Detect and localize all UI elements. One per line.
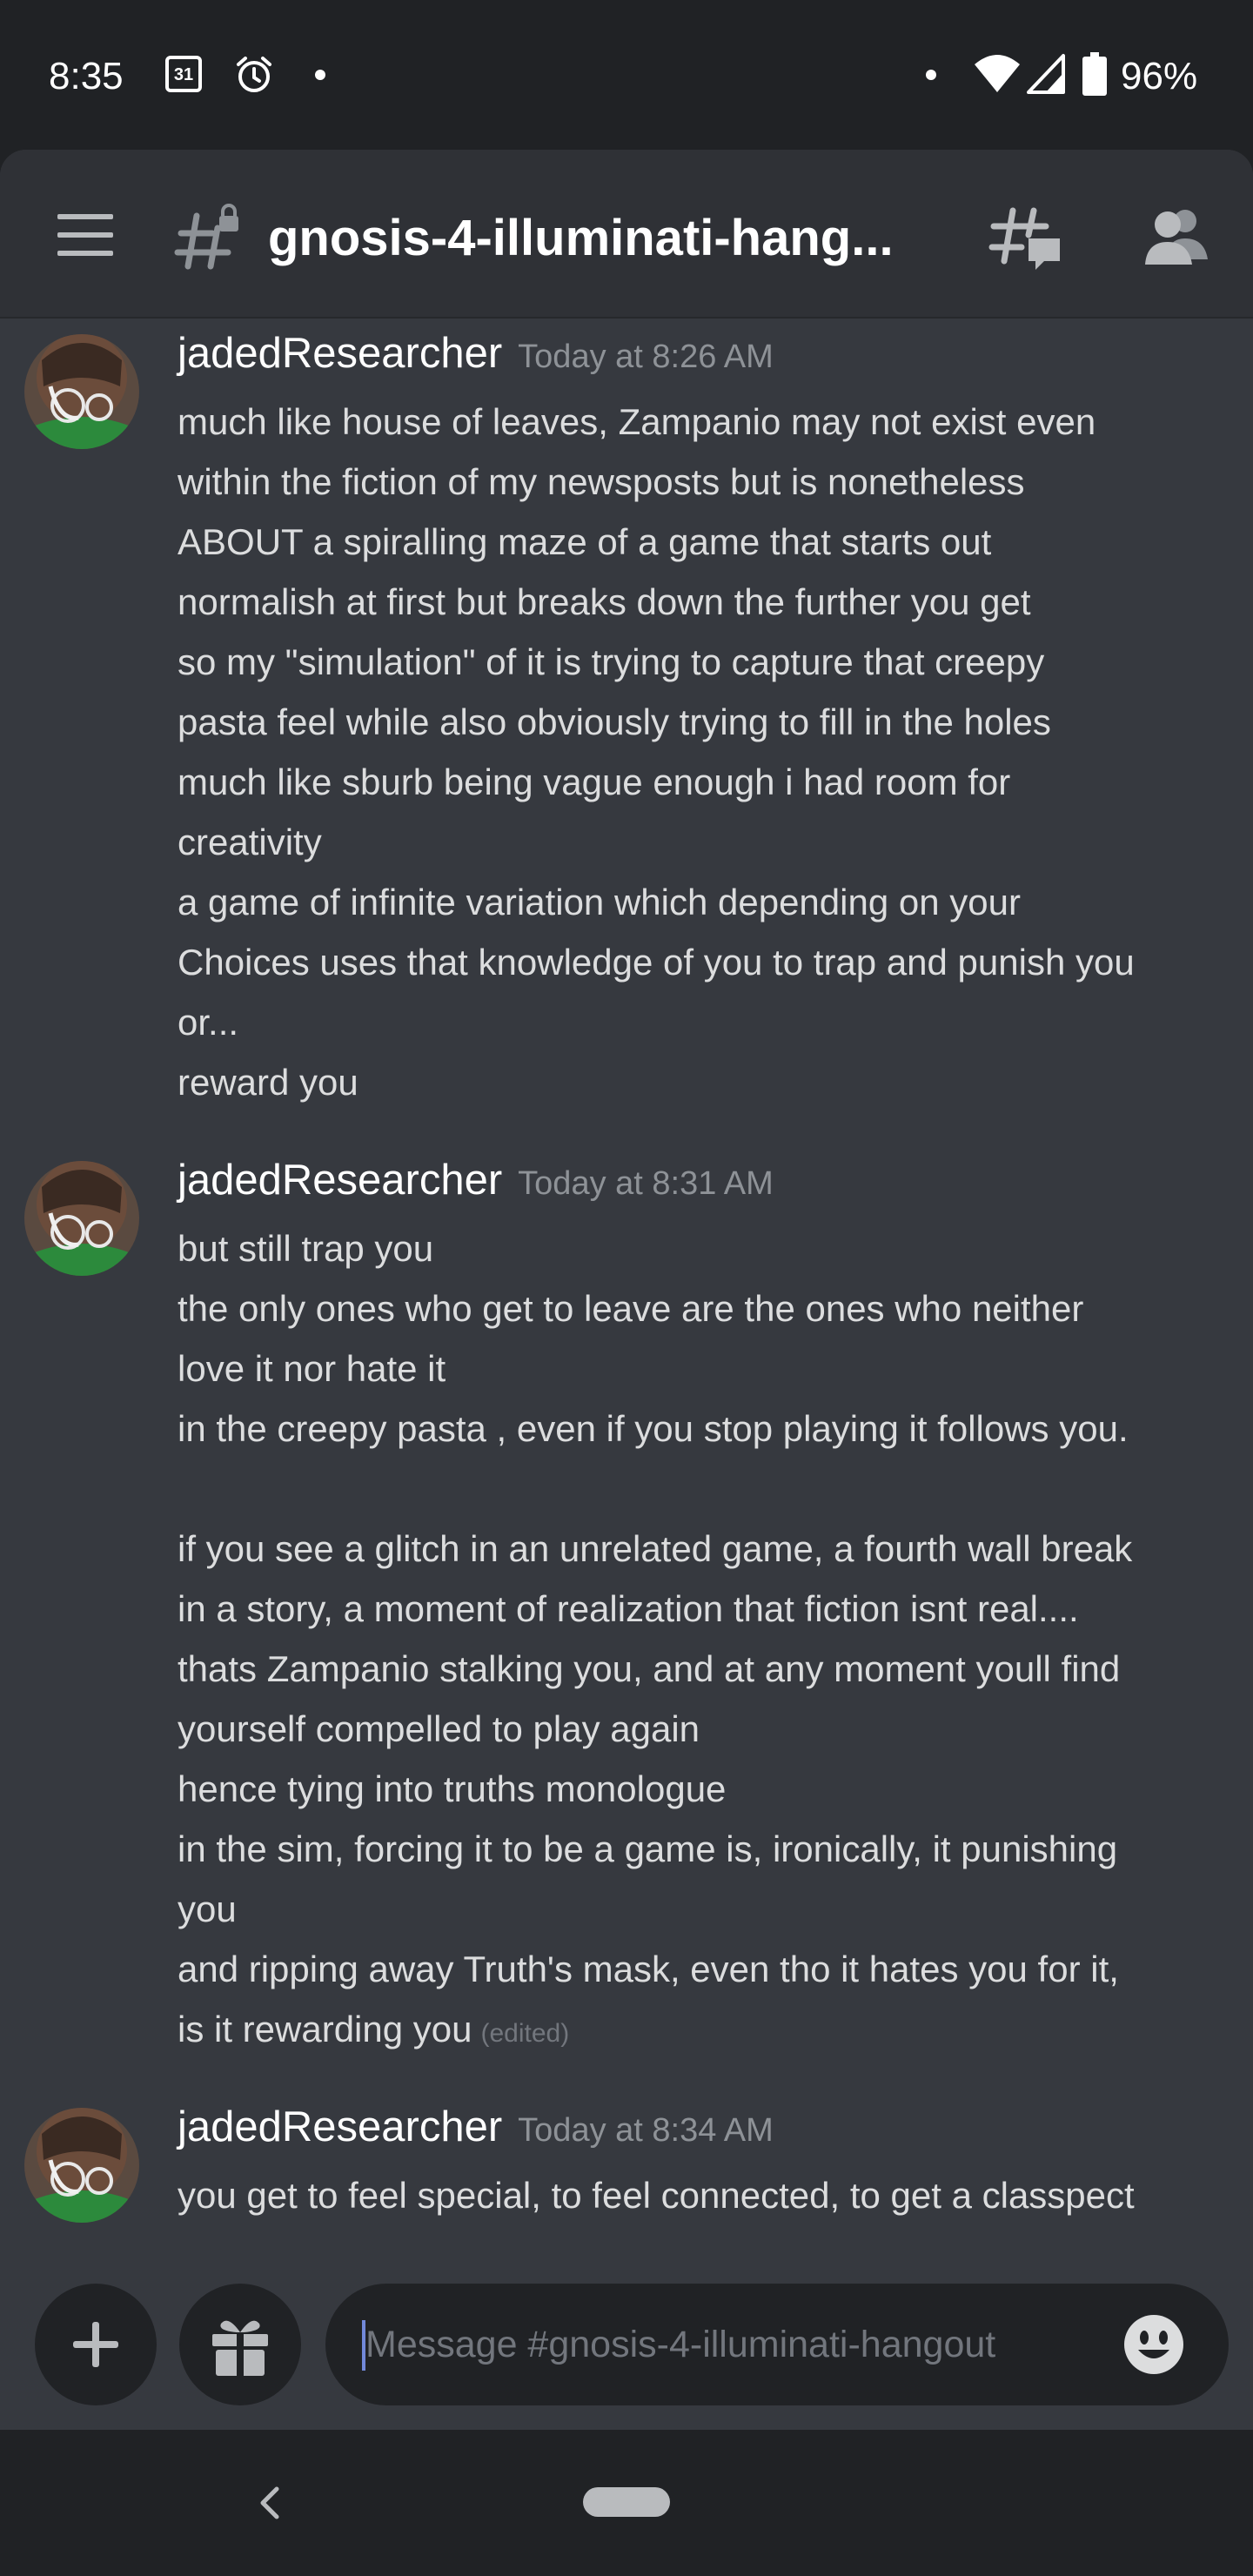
members-icon[interactable] bbox=[1142, 205, 1211, 268]
message-line: yourself compelled to play again bbox=[178, 1708, 700, 1749]
message-line: but still trap you bbox=[178, 1228, 434, 1269]
timestamp: Today at 8:31 AM bbox=[518, 1165, 774, 1202]
message-line: reward you bbox=[178, 1062, 358, 1103]
channel-title[interactable]: gnosis-4-illuminati-hang... bbox=[268, 205, 894, 272]
gift-button[interactable] bbox=[179, 2284, 301, 2405]
signal-icon bbox=[1027, 54, 1065, 94]
message-line: so my "simulation" of it is trying to ca… bbox=[178, 641, 1045, 682]
system-nav-bar bbox=[0, 2430, 1253, 2576]
notification-dot bbox=[315, 70, 325, 80]
gift-icon bbox=[212, 2320, 268, 2376]
message-line: in the sim, forcing it to be a game is, … bbox=[178, 1828, 1118, 1869]
avatar[interactable] bbox=[24, 334, 139, 449]
message-line: in the creepy pasta , even if you stop p… bbox=[178, 1408, 1129, 1449]
message-line: much like sburb being vague enough i had… bbox=[178, 761, 1011, 802]
username[interactable]: jadedResearcher bbox=[178, 2103, 502, 2150]
emoji-icon[interactable] bbox=[1122, 2313, 1185, 2376]
message-line: a game of infinite variation which depen… bbox=[178, 882, 1021, 922]
username[interactable]: jadedResearcher bbox=[178, 1157, 502, 1204]
hamburger-icon[interactable] bbox=[57, 214, 113, 256]
message-line: the only ones who get to leave are the o… bbox=[178, 1288, 1084, 1329]
message-content: you get to feel special, to feel connect… bbox=[178, 2165, 1222, 2228]
message-line: Choices uses that knowledge of you to tr… bbox=[178, 942, 1135, 983]
threads-icon[interactable] bbox=[987, 204, 1065, 273]
plus-icon[interactable] bbox=[35, 2284, 157, 2405]
message-line: creativity bbox=[178, 822, 322, 862]
back-icon[interactable] bbox=[252, 2479, 287, 2527]
message-line: love it nor hate it bbox=[178, 1348, 446, 1389]
message-line: and ripping away Truth's mask, even tho … bbox=[178, 1949, 1119, 1989]
edited-label: (edited) bbox=[480, 2019, 570, 2048]
discord-app: gnosis-4-illuminati-hang... jadedResearc… bbox=[0, 150, 1253, 2430]
message-header: jadedResearcher Today at 8:31 AM bbox=[178, 1152, 774, 1208]
message-line: or... bbox=[178, 1002, 239, 1043]
message-text: is it rewarding you bbox=[178, 2009, 472, 2049]
message-header: jadedResearcher Today at 8:34 AM bbox=[178, 2099, 774, 2155]
timestamp: Today at 8:26 AM bbox=[518, 339, 774, 375]
locked-channel-icon bbox=[174, 204, 238, 270]
message-line: quiz bbox=[178, 2225, 1222, 2228]
alarm-icon bbox=[237, 57, 271, 92]
message-line: ABOUT a spiralling maze of a game that s… bbox=[178, 521, 992, 562]
message-input[interactable]: Message #gnosis-4-illuminati-hangout bbox=[325, 2284, 1229, 2405]
username[interactable]: jadedResearcher bbox=[178, 330, 502, 377]
message-line: if you see a glitch in an unrelated game… bbox=[178, 1528, 1133, 1569]
status-bar: 8:35 31 96% bbox=[0, 0, 1253, 150]
message-composer: Message #gnosis-4-illuminati-hangout bbox=[0, 2245, 1253, 2430]
message-content: but still trap you the only ones who get… bbox=[178, 1218, 1222, 2063]
battery-icon bbox=[1082, 52, 1107, 96]
message-line: thats Zampanio stalking you, and at any … bbox=[178, 1648, 1121, 1689]
notification-dot-right bbox=[926, 70, 936, 80]
message-content: much like house of leaves, Zampanio may … bbox=[178, 392, 1222, 1112]
message-line: in a story, a moment of realization that… bbox=[178, 1588, 1079, 1629]
battery-percent: 96% bbox=[1121, 55, 1198, 97]
message-line-edited: is it rewarding you (edited) bbox=[178, 1999, 1222, 2063]
message-placeholder: Message #gnosis-4-illuminati-hangout bbox=[365, 2324, 996, 2365]
message-line: much like house of leaves, Zampanio may … bbox=[178, 401, 1096, 442]
message-list[interactable]: jadedResearcher Today at 8:26 AM much lik… bbox=[0, 317, 1253, 2228]
message-line: normalish at first but breaks down the f… bbox=[178, 581, 1031, 622]
calendar-icon: 31 bbox=[165, 56, 202, 92]
avatar[interactable] bbox=[24, 1161, 139, 1276]
message-line: hence tying into truths monologue bbox=[178, 1768, 727, 1809]
message-line: pasta feel while also obviously trying t… bbox=[178, 701, 1051, 742]
status-time: 8:35 bbox=[49, 55, 124, 97]
message-line: you get to feel special, to feel connect… bbox=[178, 2175, 1135, 2216]
message-header: jadedResearcher Today at 8:26 AM bbox=[178, 325, 774, 381]
home-pill[interactable] bbox=[583, 2487, 670, 2517]
avatar[interactable] bbox=[24, 2108, 139, 2223]
wifi-icon bbox=[975, 55, 1020, 92]
message-line: within the fiction of my newsposts but i… bbox=[178, 461, 1025, 502]
message-line: you bbox=[178, 1888, 237, 1929]
channel-header: gnosis-4-illuminati-hang... bbox=[0, 150, 1253, 319]
timestamp: Today at 8:34 AM bbox=[518, 2112, 774, 2149]
